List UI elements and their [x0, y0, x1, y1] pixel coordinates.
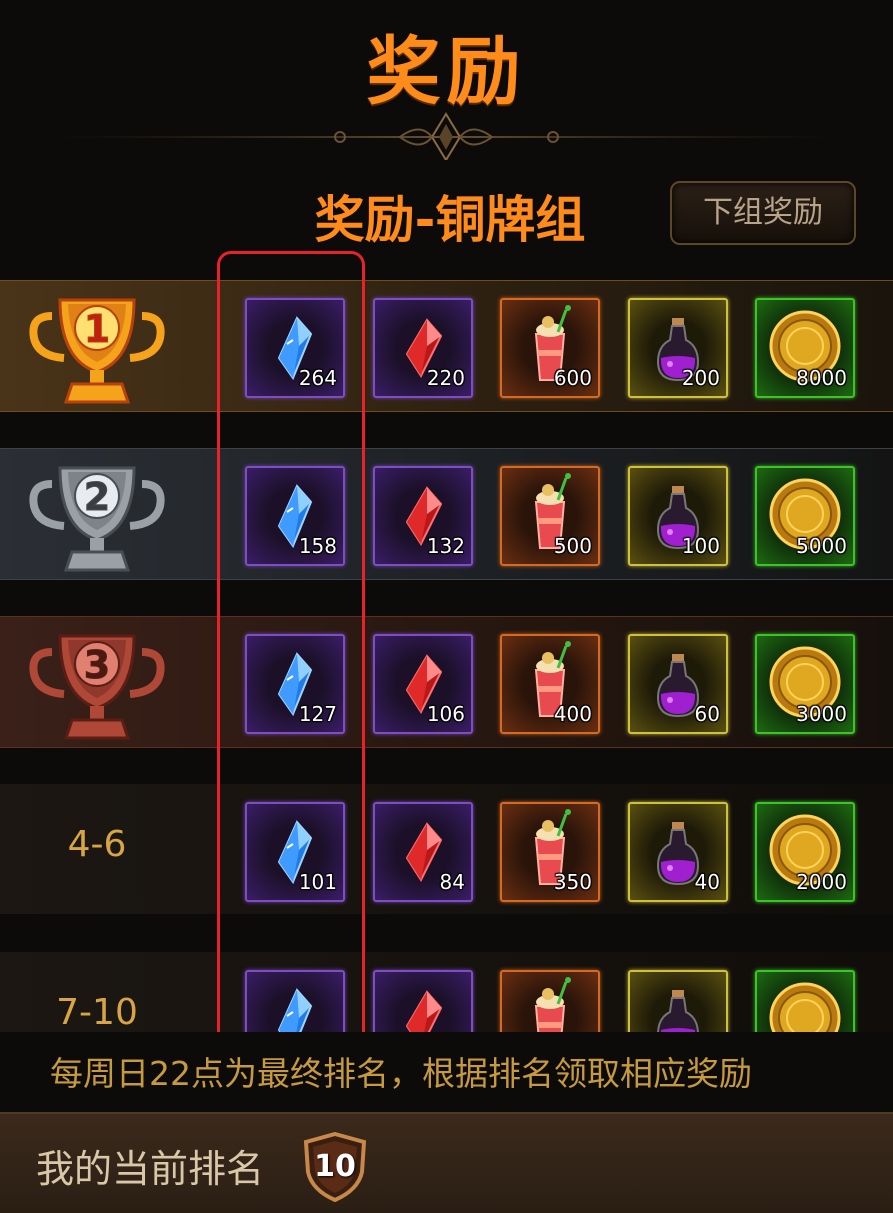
svg-text:3: 3	[84, 643, 110, 687]
reward-slot[interactable]: 500	[500, 466, 600, 566]
reward-quantity: 5000	[796, 534, 847, 558]
reward-quantity: 100	[681, 534, 720, 558]
ranking-notice: 每周日22点为最终排名，根据排名领取相应奖励	[0, 1032, 893, 1112]
reward-quantity: 2000	[796, 870, 847, 894]
reward-quantity: 40	[694, 870, 720, 894]
page-title: 奖励	[366, 29, 527, 115]
rank-row: 4-6 101 84 350 40 2000	[0, 774, 893, 924]
silver-trophy-icon: 2	[29, 466, 165, 572]
reward-slot[interactable]: 600	[500, 298, 600, 398]
rank-row: 2 158 132 500 100 5000	[0, 438, 893, 588]
reward-quantity: 60	[694, 702, 720, 726]
my-rank-value: 10	[314, 1149, 356, 1184]
reward-slot[interactable]	[500, 970, 600, 1032]
group-title: 奖励-铜牌组	[314, 191, 586, 249]
rank-row: 1 264 220 600 200 8000	[0, 270, 893, 420]
my-rank-label: 我的当前排名	[36, 1147, 265, 1191]
reward-slot[interactable]: 84	[373, 802, 473, 902]
reward-quantity: 3000	[796, 702, 847, 726]
reward-slot[interactable]: 200	[628, 298, 728, 398]
rank-row: 7-10	[0, 942, 893, 1032]
reward-slot[interactable]	[755, 970, 855, 1032]
reward-quantity: 8000	[796, 366, 847, 390]
reward-quantity: 220	[426, 366, 465, 390]
svg-text:2: 2	[84, 475, 110, 519]
divider-ornament	[60, 112, 833, 160]
reward-slot[interactable]: 400	[500, 634, 600, 734]
reward-slot[interactable]: 158	[245, 466, 345, 566]
reward-quantity: 500	[553, 534, 592, 558]
reward-slot[interactable]: 132	[373, 466, 473, 566]
reward-slot[interactable]: 350	[500, 802, 600, 902]
reward-list[interactable]: 1 264 220 600 200 8000 2 158 132 500 100…	[0, 270, 893, 1032]
reward-quantity: 350	[553, 870, 592, 894]
svg-text:1: 1	[84, 307, 110, 351]
reward-slot[interactable]: 127	[245, 634, 345, 734]
reward-quantity: 84	[439, 870, 465, 894]
bronze-trophy-icon: 3	[29, 634, 165, 740]
rank-row: 3 127 106 400 60 3000	[0, 606, 893, 756]
reward-quantity: 106	[426, 702, 465, 726]
reward-quantity: 132	[426, 534, 465, 558]
reward-slot[interactable]: 100	[628, 466, 728, 566]
reward-slot[interactable]: 220	[373, 298, 473, 398]
reward-slot[interactable]	[628, 970, 728, 1032]
reward-quantity: 200	[681, 366, 720, 390]
reward-slot[interactable]: 8000	[755, 298, 855, 398]
reward-quantity: 600	[553, 366, 592, 390]
reward-slot[interactable]: 106	[373, 634, 473, 734]
rank-range-label: 4-6	[67, 824, 127, 865]
reward-slot[interactable]: 101	[245, 802, 345, 902]
footer-bar: 我的当前排名 10	[0, 1112, 893, 1213]
reward-quantity: 101	[298, 870, 337, 894]
reward-slot[interactable]: 264	[245, 298, 345, 398]
next-group-rewards-button[interactable]: 下组奖励	[670, 181, 856, 245]
reward-quantity: 400	[553, 702, 592, 726]
my-rank-badge: 10	[302, 1132, 368, 1202]
rank-range-label: 7-10	[56, 992, 138, 1032]
reward-slot[interactable]: 2000	[755, 802, 855, 902]
reward-quantity: 264	[298, 366, 337, 390]
reward-slot[interactable]: 40	[628, 802, 728, 902]
reward-slot[interactable]	[373, 970, 473, 1032]
reward-quantity: 127	[298, 702, 337, 726]
reward-slot[interactable]	[245, 970, 345, 1032]
reward-slot[interactable]: 3000	[755, 634, 855, 734]
reward-slot[interactable]: 5000	[755, 466, 855, 566]
reward-slot[interactable]: 60	[628, 634, 728, 734]
reward-quantity: 158	[298, 534, 337, 558]
gold-trophy-icon: 1	[29, 298, 165, 404]
